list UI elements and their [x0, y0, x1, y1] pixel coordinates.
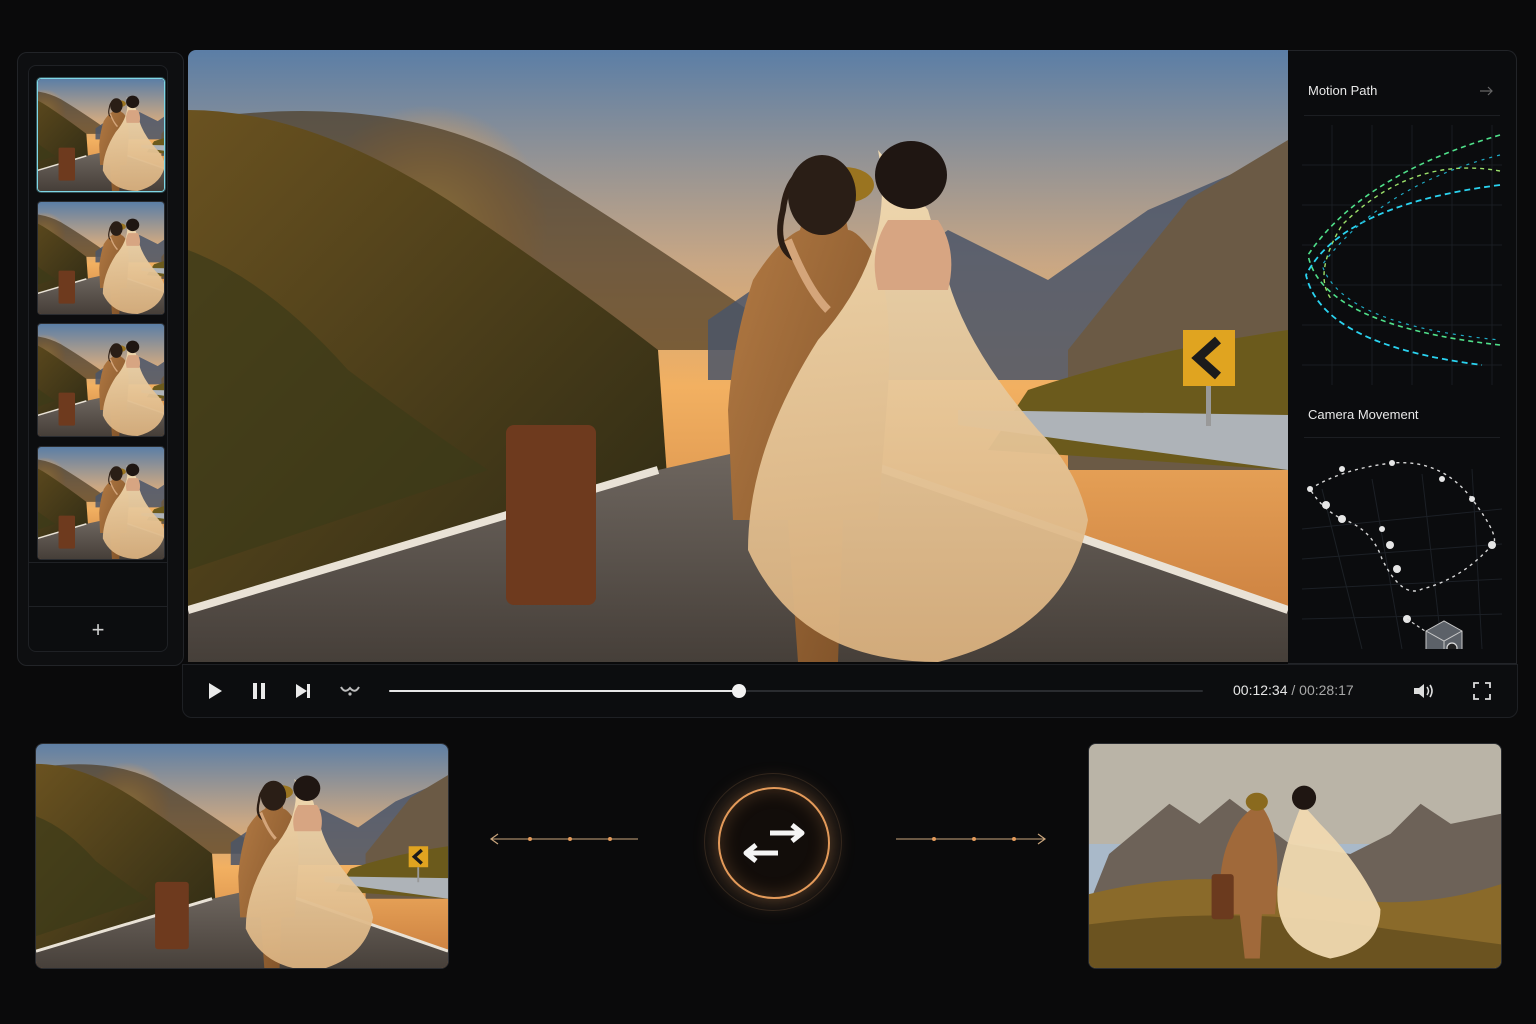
swap-button[interactable] [718, 787, 830, 899]
divider [1304, 115, 1500, 116]
right-transition-arrow [896, 833, 1047, 845]
play-button[interactable] [201, 665, 229, 717]
volume-button[interactable] [1409, 665, 1439, 717]
divider [1304, 437, 1500, 438]
time-separator: / [1291, 682, 1296, 698]
swap-arrows-icon [743, 823, 805, 863]
camera-movement-title: Camera Movement [1308, 407, 1419, 422]
target-clip[interactable] [1088, 743, 1502, 969]
motion-path-graph[interactable] [1302, 125, 1502, 385]
video-preview[interactable] [188, 50, 1288, 662]
pause-button[interactable] [245, 665, 273, 717]
skip-forward-icon [296, 684, 310, 698]
add-clip-row: + [29, 606, 167, 652]
play-icon [209, 683, 222, 699]
properties-panel: Motion Path Camera Movement [1288, 50, 1517, 664]
thumbnail-item[interactable] [37, 201, 165, 315]
timeline-scrubber[interactable] [732, 684, 747, 698]
fullscreen-button[interactable] [1467, 665, 1497, 717]
thumbnail-item[interactable] [37, 323, 165, 437]
duration: 00:28:17 [1299, 682, 1354, 698]
timeline-track[interactable] [389, 684, 1203, 698]
motion-path-title: Motion Path [1308, 83, 1378, 98]
pause-icon [253, 683, 265, 699]
player-controls: 00:12:34 / 00:28:17 [182, 664, 1518, 718]
thumbnail-item[interactable] [37, 78, 165, 192]
skip-forward-button[interactable] [289, 665, 317, 717]
expand-icon[interactable] [1478, 85, 1494, 97]
source-clip[interactable] [35, 743, 449, 969]
thumbnail-panel: + [17, 52, 184, 666]
timeline-progress [389, 690, 740, 692]
thumbnail-list: + [28, 65, 168, 652]
thumbnail-item[interactable] [37, 446, 165, 560]
divider [29, 562, 167, 563]
add-clip-button[interactable]: + [92, 617, 105, 643]
effects-icon [340, 686, 360, 696]
volume-icon [1414, 684, 1433, 698]
effects-button[interactable] [335, 665, 365, 717]
current-time: 00:12:34 [1233, 682, 1288, 698]
fullscreen-icon [1473, 682, 1491, 700]
time-display: 00:12:34 / 00:28:17 [1233, 682, 1354, 698]
camera-icon [1425, 620, 1463, 649]
camera-movement-graph[interactable] [1302, 449, 1502, 649]
left-transition-arrow [489, 833, 638, 845]
